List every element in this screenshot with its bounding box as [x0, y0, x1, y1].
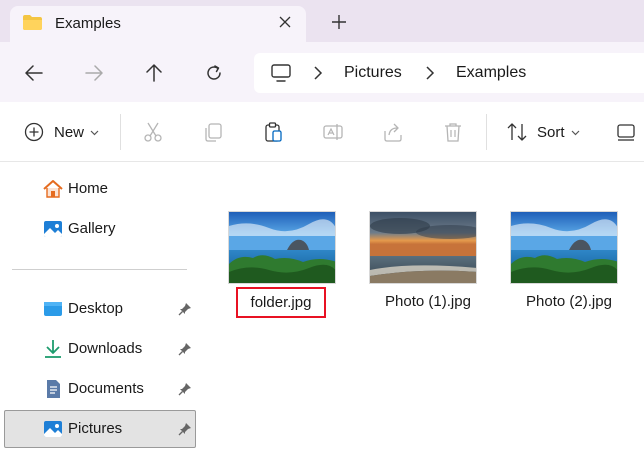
sort-button[interactable]: Sort — [505, 120, 580, 144]
rename-icon — [321, 120, 345, 144]
sidebar-item-gallery[interactable]: Gallery — [4, 210, 196, 248]
pin-icon[interactable] — [178, 382, 192, 396]
documents-icon — [47, 380, 60, 398]
new-button[interactable]: New — [22, 120, 99, 144]
cut-button[interactable] — [141, 120, 165, 144]
image-thumbnail[interactable] — [228, 211, 336, 284]
tab-examples[interactable]: Examples — [10, 6, 306, 42]
up-arrow-icon — [146, 64, 162, 82]
toolbar-divider — [120, 114, 121, 150]
chevron-right-icon[interactable] — [312, 65, 324, 81]
back-button[interactable] — [22, 61, 46, 85]
chevron-down-icon — [90, 130, 99, 135]
toolbar-divider — [486, 114, 487, 150]
close-tab-button[interactable] — [274, 11, 296, 33]
add-circle-icon — [22, 120, 46, 144]
sidebar-item-label: Home — [68, 180, 109, 197]
plus-icon — [332, 15, 346, 29]
share-icon — [381, 120, 405, 144]
sidebar-item-label: Desktop — [68, 300, 124, 317]
close-icon — [279, 16, 291, 28]
breadcrumb-examples[interactable]: Examples — [456, 64, 526, 82]
chevron-down-icon — [571, 130, 579, 135]
folder-icon — [23, 15, 42, 30]
pin-icon[interactable] — [178, 342, 192, 356]
copy-icon — [201, 120, 225, 144]
pictures-icon — [44, 421, 62, 437]
up-button[interactable] — [142, 61, 166, 85]
forward-arrow-icon — [85, 65, 103, 81]
new-tab-button[interactable] — [328, 11, 350, 33]
file-name[interactable]: Photo (2).jpg — [499, 293, 639, 310]
file-name[interactable]: Photo (1).jpg — [358, 293, 498, 310]
delete-button[interactable] — [441, 120, 465, 144]
cut-icon — [141, 120, 165, 144]
sort-label: Sort — [537, 123, 565, 141]
refresh-button[interactable] — [202, 61, 226, 85]
sidebar-item-downloads[interactable]: Downloads — [4, 330, 196, 368]
delete-icon — [441, 120, 465, 144]
command-bar: New Sort — [0, 102, 644, 162]
pin-icon[interactable] — [178, 422, 192, 436]
back-arrow-icon — [25, 65, 43, 81]
sidebar-item-documents[interactable]: Documents — [4, 370, 196, 408]
gallery-icon — [44, 221, 62, 237]
tab-title: Examples — [55, 15, 121, 32]
downloads-icon — [45, 340, 61, 358]
home-icon — [43, 180, 63, 198]
sidebar-item-label: Downloads — [68, 340, 143, 357]
refresh-icon — [207, 65, 221, 80]
share-button[interactable] — [381, 120, 405, 144]
sidebar-divider — [12, 269, 187, 270]
sidebar-item-label: Documents — [68, 380, 144, 397]
navigation-pane: Home Gallery Desktop Downloads Documents… — [0, 163, 198, 455]
sort-icon — [505, 120, 529, 144]
copy-button[interactable] — [201, 120, 225, 144]
image-thumbnail[interactable] — [369, 211, 477, 284]
paste-button[interactable] — [261, 120, 285, 144]
file-view: folder.jpg Photo (1).jpg Photo (2).jpg — [198, 163, 644, 455]
file-tile[interactable]: Photo (2).jpg — [500, 211, 620, 321]
image-thumbnail[interactable] — [510, 211, 618, 284]
sidebar-item-home[interactable]: Home — [4, 170, 196, 208]
view-button[interactable] — [614, 120, 638, 144]
rename-text[interactable]: folder.jpg — [238, 294, 324, 311]
sidebar-item-label: Gallery — [68, 220, 116, 237]
file-tile[interactable]: Photo (1).jpg — [359, 211, 479, 321]
chevron-right-icon[interactable] — [424, 65, 436, 81]
new-label: New — [54, 123, 85, 141]
paste-icon — [261, 120, 285, 144]
desktop-icon — [44, 302, 62, 316]
title-bar: Examples — [0, 0, 644, 42]
sidebar-item-pictures[interactable]: Pictures — [4, 410, 196, 448]
navigation-bar: Pictures Examples — [0, 42, 644, 102]
breadcrumb-pictures[interactable]: Pictures — [344, 64, 402, 82]
address-bar[interactable]: Pictures Examples — [254, 53, 644, 93]
forward-button[interactable] — [82, 61, 106, 85]
this-pc-icon[interactable] — [270, 62, 292, 84]
sidebar-item-desktop[interactable]: Desktop — [4, 290, 196, 328]
sidebar-item-label: Pictures — [68, 420, 123, 437]
view-icon — [614, 120, 638, 144]
pin-icon[interactable] — [178, 302, 192, 316]
rename-textbox[interactable]: folder.jpg — [236, 287, 326, 318]
rename-button[interactable] — [321, 120, 345, 144]
